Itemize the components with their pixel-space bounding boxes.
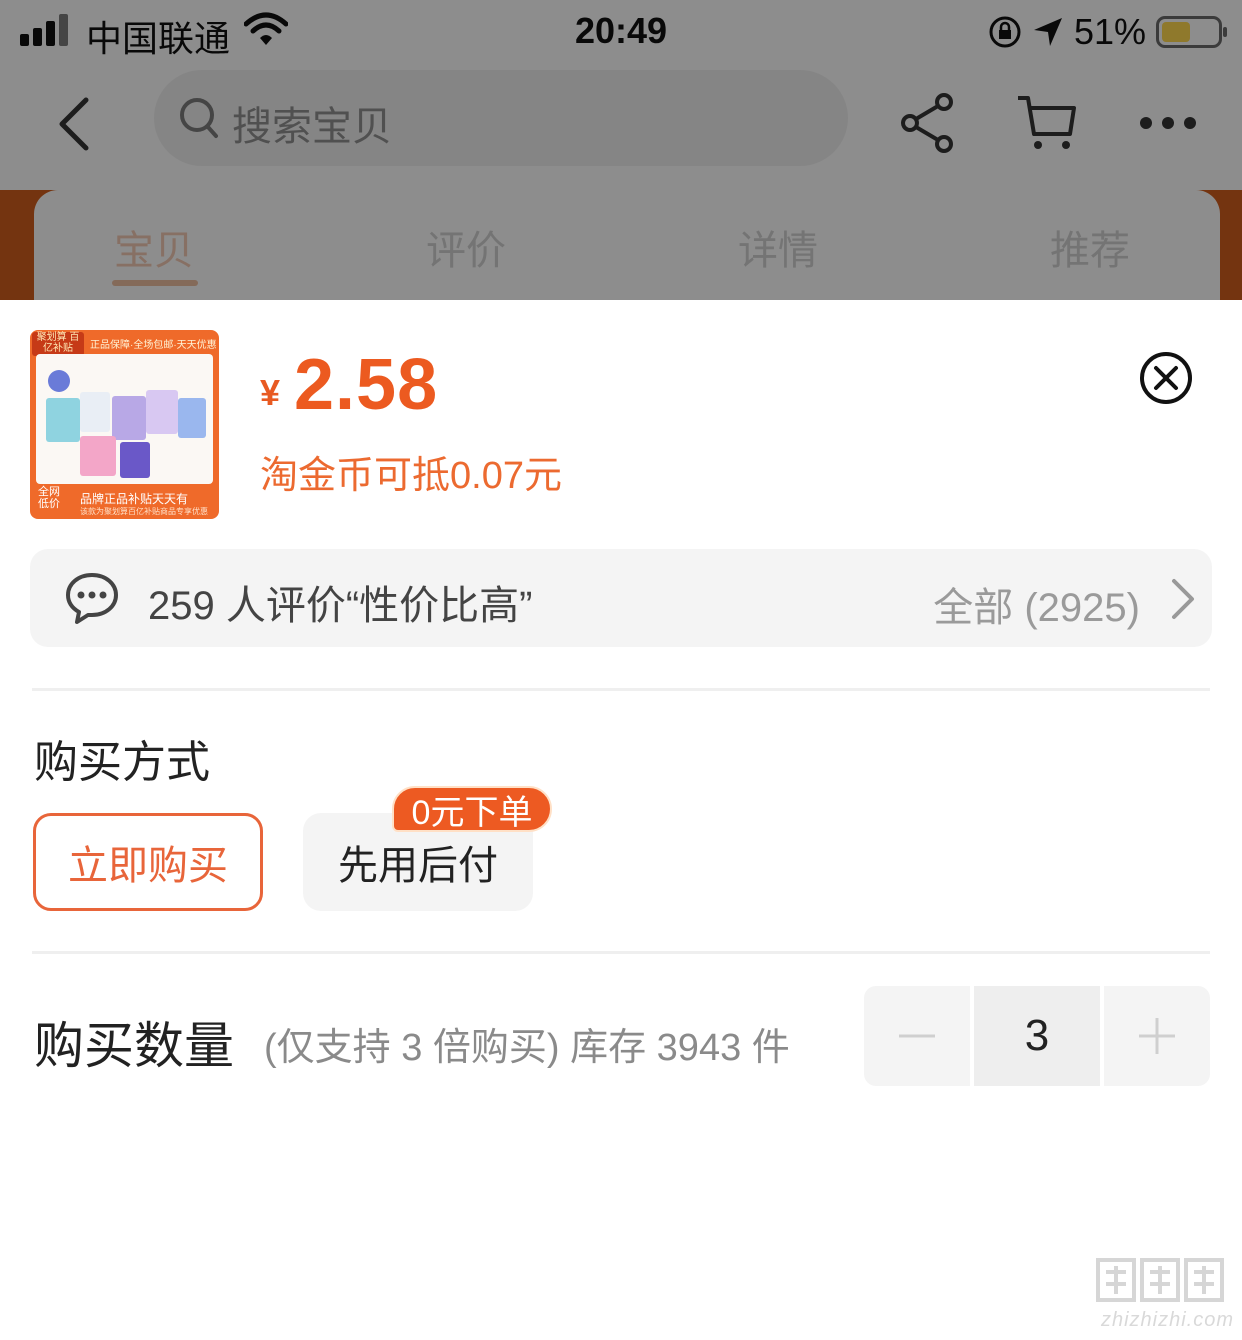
thumbnail-badge: 聚划算 百亿补贴 xyxy=(32,332,84,356)
thumbnail-slogan: 正品保障·全场包邮·天天优惠 xyxy=(90,340,217,351)
review-highlight: 259 人评价“性价比高” xyxy=(148,584,533,628)
comment-icon xyxy=(66,573,118,624)
divider xyxy=(32,951,1210,954)
option-buy-now-label: 立即购买 xyxy=(68,844,228,888)
quantity-value[interactable]: 3 xyxy=(974,986,1100,1086)
thumbnail-subnote: 该款为聚划算百亿补贴商品专享优惠 xyxy=(80,507,208,516)
quantity-note: (仅支持 3 倍购买) 库存 3943 件 xyxy=(264,1027,790,1069)
divider xyxy=(32,688,1210,691)
chevron-right-icon xyxy=(1172,579,1194,619)
purchase-method-title: 购买方式 xyxy=(34,738,210,787)
thumbnail-corner: 全网低价 xyxy=(38,486,60,510)
sku-sheet: 聚划算 百亿补贴 正品保障·全场包邮·天天优惠 全网低价 品牌正品补贴天天有 该… xyxy=(0,300,1242,1340)
close-icon[interactable] xyxy=(1138,350,1194,406)
thumbnail-image xyxy=(36,354,213,484)
increment-button[interactable] xyxy=(1104,986,1210,1086)
option-buy-now[interactable]: 立即购买 xyxy=(33,813,263,911)
coin-deduction: 淘金币可抵0.07元 xyxy=(260,455,562,497)
quantity-title: 购买数量 xyxy=(34,1018,234,1074)
dim-overlay[interactable] xyxy=(0,0,1242,300)
price: 2.58 xyxy=(294,345,439,425)
review-summary-bar[interactable]: 259 人评价“性价比高” 全部 (2925) xyxy=(30,549,1212,647)
watermark-logo xyxy=(1096,1258,1224,1302)
quantity-stepper: 3 xyxy=(864,986,1210,1086)
zero-down-tag: 0元下单 xyxy=(392,786,552,832)
thumbnail-subtitle: 品牌正品补贴天天有 xyxy=(80,492,189,506)
minus-icon xyxy=(899,1034,935,1038)
review-all-count[interactable]: 全部 (2925) xyxy=(933,575,1140,633)
product-thumbnail: 聚划算 百亿补贴 正品保障·全场包邮·天天优惠 全网低价 品牌正品补贴天天有 该… xyxy=(30,330,219,519)
plus-icon xyxy=(1139,1018,1175,1054)
option-pay-later-label: 先用后付 xyxy=(338,844,498,888)
currency-symbol: ¥ xyxy=(260,372,281,413)
decrement-button[interactable] xyxy=(864,986,970,1086)
watermark-text: zhizhizhi.com xyxy=(1100,1309,1234,1331)
